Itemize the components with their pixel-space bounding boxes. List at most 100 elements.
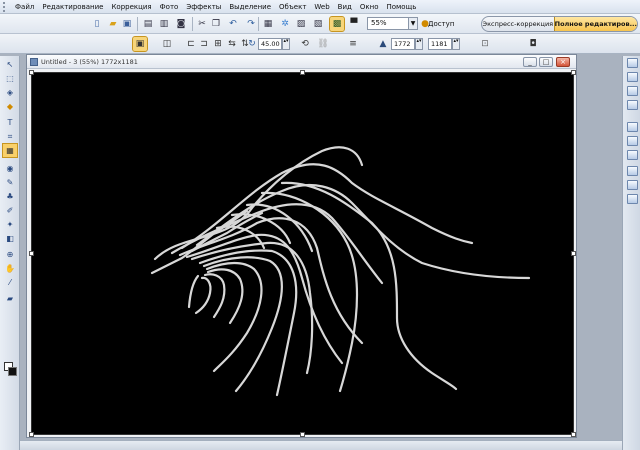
fill-tool-icon[interactable]: ▰: [3, 292, 17, 305]
menu-effects[interactable]: Эффекты: [182, 0, 225, 14]
zoom-tool-icon[interactable]: ⊕: [3, 248, 17, 261]
menu-web[interactable]: Web: [310, 0, 333, 14]
document-window: Untitled - 3 (55%) 1772x1181 _ □ ×: [26, 54, 577, 438]
flip-icon[interactable]: ⇆: [225, 37, 239, 51]
position-icon[interactable]: ≡: [346, 37, 360, 51]
chevron-down-icon[interactable]: ▼: [409, 17, 418, 30]
text-tool-icon[interactable]: T: [3, 116, 17, 129]
acquire-icon[interactable]: ◙: [174, 17, 188, 31]
copy-icon[interactable]: ❐: [209, 17, 223, 31]
redo-icon[interactable]: ↷: [244, 17, 258, 31]
navigator-docker-icon[interactable]: [627, 136, 638, 146]
toolbox: ↖ ⬚ ◈ ◆ T ⌗ ▦ ◉ ✎ ♣ ✐ ✦ ◧ ⊕ ✋ ⁄ ▰: [0, 56, 20, 450]
full-edit-mode-button[interactable]: Полное редактиров...: [553, 17, 637, 31]
camera-icon[interactable]: ◘: [526, 37, 540, 51]
tooltip-icon[interactable]: ▀: [347, 17, 361, 31]
image-canvas[interactable]: [31, 72, 574, 435]
undo-icon[interactable]: ↶: [226, 17, 240, 31]
zoom-input[interactable]: 55%: [367, 17, 409, 30]
layers-docker-icon[interactable]: [627, 180, 638, 190]
menu-adjust[interactable]: Коррекция: [107, 0, 155, 14]
menu-selection[interactable]: Выделение: [225, 0, 275, 14]
shape-tool-icon[interactable]: ◆: [3, 100, 17, 113]
touchup-tool-icon[interactable]: ✎: [3, 176, 17, 189]
transform-tool-icon[interactable]: ▦: [2, 143, 18, 158]
paint-tool-icon[interactable]: ✐: [3, 204, 17, 217]
menu-help[interactable]: Помощь: [382, 0, 420, 14]
effect-tool-icon[interactable]: ✦: [3, 218, 17, 231]
pick-tool-icon[interactable]: ↖: [3, 58, 17, 71]
pan-tool-icon[interactable]: ✋: [3, 262, 17, 275]
rotate-apply-icon[interactable]: ⟲: [298, 37, 312, 51]
stroke-path: [206, 268, 244, 325]
height-spinner[interactable]: ▴▾: [452, 38, 460, 50]
align-center-icon[interactable]: ⊐: [197, 37, 211, 51]
link-icon[interactable]: ⛓: [316, 37, 330, 51]
properties-docker-icon[interactable]: [627, 194, 638, 204]
objects-docker-icon[interactable]: [627, 58, 638, 68]
enhance-icon[interactable]: ▨: [294, 17, 308, 31]
close-button[interactable]: ×: [556, 57, 570, 67]
align-left-icon[interactable]: ⊏: [184, 37, 198, 51]
menu-file[interactable]: Файл: [11, 0, 38, 14]
color-docker-icon[interactable]: [627, 100, 638, 110]
histogram-docker-icon[interactable]: [627, 166, 638, 176]
menu-edit[interactable]: Редактирование: [38, 0, 107, 14]
scan-icon[interactable]: ▥: [157, 17, 171, 31]
crop-tool-icon[interactable]: ⌗: [3, 130, 17, 143]
red-eye-tool-icon[interactable]: ◉: [3, 162, 17, 175]
image-icon[interactable]: ▦: [261, 17, 275, 31]
resize-handle[interactable]: [571, 70, 576, 75]
width-input[interactable]: 1772: [391, 38, 415, 50]
menu-window[interactable]: Окно: [356, 0, 383, 14]
mask-tool-icon[interactable]: ⬚: [3, 72, 17, 85]
auto-adjust-icon[interactable]: ✲: [278, 17, 292, 31]
access-label[interactable]: Доступ: [428, 17, 454, 31]
info-docker-icon[interactable]: [627, 150, 638, 160]
menu-photo[interactable]: Фото: [156, 0, 183, 14]
express-mode-button[interactable]: Экспресс-коррекция: [482, 17, 554, 31]
paint-bucket-icon[interactable]: ◈: [3, 86, 17, 99]
resize-options-icon[interactable]: ⊡: [478, 37, 492, 51]
width-spinner[interactable]: ▴▾: [415, 38, 423, 50]
canvas-drawing: [150, 146, 531, 397]
cut-icon[interactable]: ✂: [195, 17, 209, 31]
resize-handle[interactable]: [571, 432, 576, 437]
minimize-button[interactable]: _: [523, 57, 537, 67]
transform-tool-icon[interactable]: ▣: [132, 36, 148, 52]
menu-view[interactable]: Вид: [334, 0, 356, 14]
eraser-tool-icon[interactable]: ◧: [3, 232, 17, 245]
maximize-button[interactable]: □: [539, 57, 553, 67]
background-color-swatch[interactable]: [8, 367, 17, 376]
pick-mode-icon[interactable]: ◫: [160, 37, 174, 51]
save-icon[interactable]: ▣: [120, 17, 134, 31]
rotate-icon[interactable]: ↻: [245, 37, 259, 51]
distribute-icon[interactable]: ⊞: [211, 37, 225, 51]
rotate-angle-input[interactable]: 45.00: [258, 38, 282, 50]
open-folder-icon[interactable]: ▰: [106, 17, 120, 31]
undo-docker-icon[interactable]: [627, 86, 638, 96]
rotate-angle-spinner[interactable]: ▴▾: [282, 38, 290, 50]
resize-handle[interactable]: [29, 251, 34, 256]
resize-handle[interactable]: [29, 70, 34, 75]
channels-docker-icon[interactable]: [627, 72, 638, 82]
full-screen-icon[interactable]: ▩: [329, 16, 345, 32]
clone-tool-icon[interactable]: ♣: [3, 190, 17, 203]
resize-handle[interactable]: [29, 432, 34, 437]
eyedropper-tool-icon[interactable]: ⁄: [3, 276, 17, 289]
height-input[interactable]: 1181: [428, 38, 452, 50]
resize-handle[interactable]: [571, 251, 576, 256]
menu-object[interactable]: Объект: [275, 0, 310, 14]
new-file-icon[interactable]: ▯: [90, 17, 104, 31]
light-strokes: [150, 146, 531, 397]
resize-handle[interactable]: [300, 70, 305, 75]
crop-icon[interactable]: ▧: [311, 17, 325, 31]
document-title: Untitled - 3 (55%) 1772x1181: [41, 58, 138, 66]
mode-switch: Экспресс-коррекция Полное редактиров...: [481, 16, 638, 32]
document-titlebar[interactable]: Untitled - 3 (55%) 1772x1181 _ □ ×: [27, 55, 576, 69]
print-icon[interactable]: ▤: [141, 17, 155, 31]
image-list-docker-icon[interactable]: [627, 122, 638, 132]
resize-handle[interactable]: [300, 432, 305, 437]
lock-aspect-icon[interactable]: ▲: [376, 37, 390, 51]
standard-toolbar: ▯ ▰ ▣ ▤ ▥ ◙ ✂ ❐ ↶ ↷ ▦ ✲ ▨ ▧ ▩ ▀ 55% ▼ ● …: [0, 14, 640, 34]
